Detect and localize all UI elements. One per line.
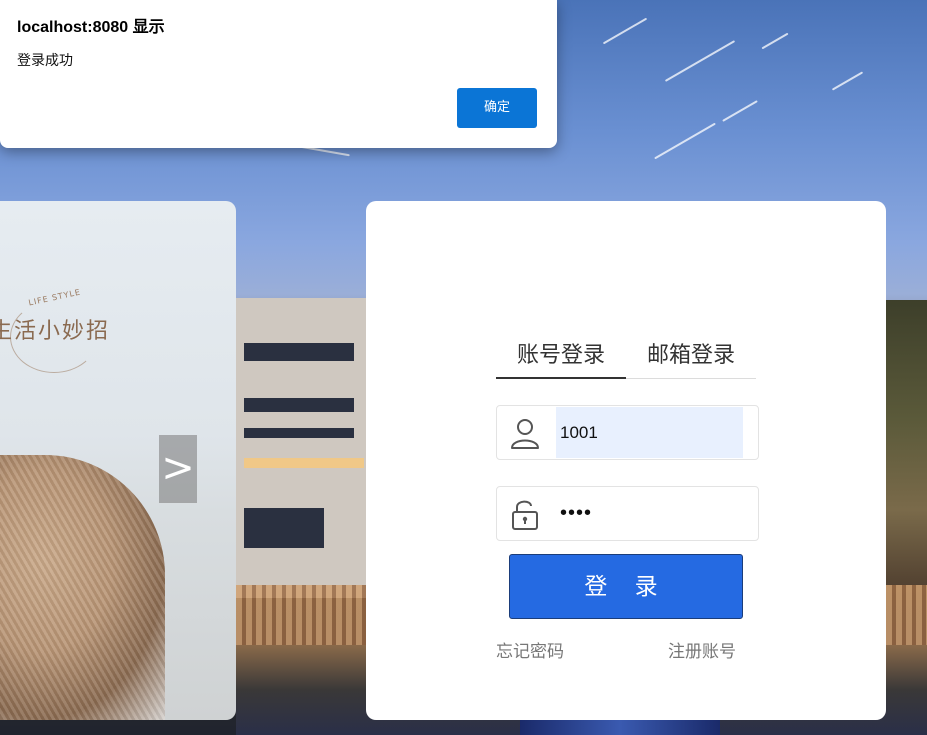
username-input[interactable] bbox=[556, 407, 743, 458]
password-input[interactable] bbox=[556, 488, 751, 539]
night-sky-glow bbox=[520, 718, 720, 735]
lock-icon bbox=[507, 497, 543, 531]
blanket-texture bbox=[0, 455, 165, 720]
carousel-next-button[interactable]: > bbox=[159, 435, 197, 503]
login-card: 账号登录 邮箱登录 登 录 忘记密码 注册账号 bbox=[366, 201, 886, 720]
alert-dialog: localhost:8080 显示 登录成功 确定 bbox=[0, 0, 557, 148]
username-field bbox=[496, 405, 759, 460]
brand-title: 生活小妙招 bbox=[0, 319, 111, 344]
trees bbox=[882, 300, 927, 600]
forgot-password-link[interactable]: 忘记密码 bbox=[496, 637, 564, 662]
login-button[interactable]: 登 录 bbox=[509, 554, 743, 619]
tab-account-login[interactable]: 账号登录 bbox=[496, 339, 626, 379]
dialog-message: 登录成功 bbox=[17, 53, 73, 69]
password-field bbox=[496, 486, 759, 541]
dialog-ok-button[interactable]: 确定 bbox=[457, 88, 537, 128]
register-link[interactable]: 注册账号 bbox=[668, 637, 736, 662]
building bbox=[236, 298, 368, 598]
user-icon bbox=[507, 416, 543, 450]
tab-email-login[interactable]: 邮箱登录 bbox=[626, 339, 756, 379]
image-carousel: LIFE STYLE 生活小妙招 > bbox=[0, 201, 236, 720]
dialog-title: localhost:8080 显示 bbox=[17, 19, 165, 36]
login-tabs: 账号登录 邮箱登录 bbox=[496, 339, 756, 379]
